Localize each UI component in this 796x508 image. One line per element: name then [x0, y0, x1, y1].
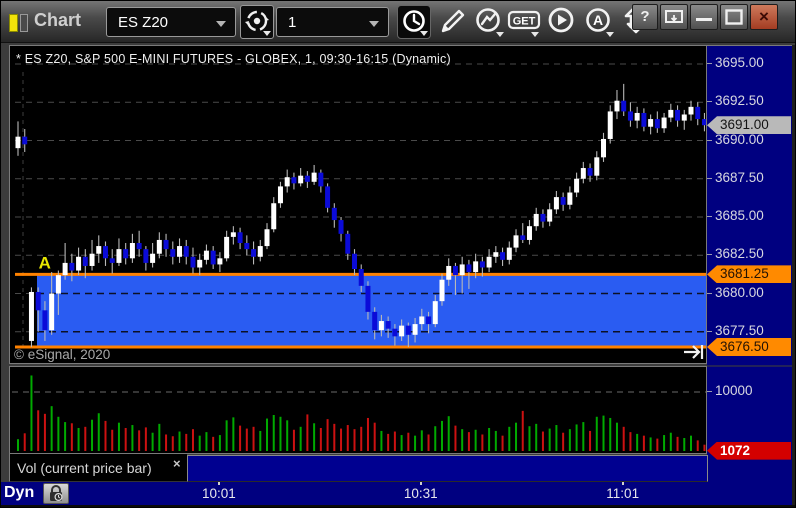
- price-tick-mark: [707, 292, 712, 294]
- chevron-down-icon: [216, 21, 226, 27]
- minimize-button[interactable]: [690, 4, 718, 30]
- pencil-icon: [441, 9, 465, 33]
- time-tick-label: 10:31: [403, 486, 438, 501]
- trade-marker-a: A: [39, 253, 51, 272]
- chevron-down-icon: [531, 32, 539, 37]
- time-axis[interactable]: Dyn 10:01 10:31 11:01: [1, 482, 795, 505]
- last-price-tag[interactable]: 3691.00: [707, 116, 791, 135]
- price-tick-label: 3685.00: [715, 208, 764, 223]
- zone-bottom-price-tag[interactable]: 3676.50: [707, 338, 791, 357]
- price-tick-label: 3695.00: [715, 55, 764, 70]
- price-chart-pane[interactable]: A © eSignal, 2020 * ES Z20, S&P 500 E-MIN…: [9, 45, 707, 364]
- help-button[interactable]: ?: [632, 4, 658, 30]
- interval-dropdown[interactable]: 1: [276, 7, 389, 37]
- price-tick-mark: [707, 63, 712, 64]
- price-tick-mark: [707, 330, 712, 332]
- price-tick-mark: [707, 139, 712, 141]
- window-right-edge: [792, 45, 795, 505]
- time-tick-mark: [217, 482, 220, 485]
- chevron-down-icon: [263, 31, 271, 36]
- price-tick-label: 3687.50: [715, 169, 764, 185]
- toolbar: Chart ES Z20 1 GET A ? ×: [1, 1, 795, 43]
- maximize-button[interactable]: [720, 4, 748, 30]
- price-tick-label: 3680.00: [715, 284, 764, 300]
- symbol-dropdown[interactable]: ES Z20: [106, 7, 236, 37]
- auto-trade-button[interactable]: A: [582, 5, 616, 39]
- price-tick-label: 3677.50: [715, 322, 764, 338]
- price-tick-mark: [707, 177, 712, 179]
- draw-tool-button[interactable]: [437, 5, 471, 39]
- maximize-icon: [725, 9, 743, 25]
- chevron-down-icon: [420, 31, 428, 36]
- symbol-settings-button[interactable]: [240, 5, 274, 39]
- chart-window: Chart ES Z20 1 GET A ? × A © eSignal, 20…: [0, 0, 796, 508]
- studies-button[interactable]: [472, 5, 506, 39]
- dynamic-mode-label[interactable]: Dyn: [4, 484, 34, 502]
- time-tick-label: 11:01: [606, 486, 640, 501]
- chevron-down-icon: [369, 21, 379, 27]
- volume-pane[interactable]: [9, 366, 707, 454]
- window-color-tab-icon: [9, 14, 18, 32]
- last-volume-tag[interactable]: 1072: [707, 441, 791, 460]
- play-replay-button[interactable]: [545, 5, 579, 39]
- volume-label-strip: Vol (current price bar) ×: [9, 454, 187, 482]
- price-tick-mark: [707, 101, 712, 103]
- symbol-dropdown-value: ES Z20: [118, 14, 169, 31]
- volume-tick-label: 10000: [715, 383, 753, 398]
- chart-title: * ES Z20, S&P 500 E-MINI FUTURES - GLOBE…: [16, 52, 451, 66]
- volume-study-label: Vol (current price bar): [17, 460, 152, 476]
- play-icon: [548, 7, 574, 33]
- volume-bars-layer: [17, 375, 706, 451]
- dock-icon: [665, 10, 683, 23]
- price-axis[interactable]: 3695.00 3692.50 3690.00 3687.50 3685.00 3682.…: [707, 45, 792, 482]
- svg-text:GET: GET: [513, 16, 536, 28]
- time-tick-mark: [621, 482, 624, 485]
- time-interval-button[interactable]: [397, 5, 431, 39]
- price-tick-mark: [707, 254, 712, 256]
- close-button[interactable]: ×: [750, 4, 778, 30]
- copyright-label: © eSignal, 2020: [14, 347, 110, 362]
- help-label: ?: [640, 8, 650, 25]
- close-icon: ×: [759, 7, 769, 26]
- scale-lock-button[interactable]: [43, 483, 69, 504]
- time-tick-mark: [419, 482, 422, 485]
- lock-clock-icon: [50, 485, 63, 502]
- horizontal-scrollbar[interactable]: [187, 455, 708, 482]
- window-title: Chart: [34, 10, 82, 30]
- price-tick-label: 3682.50: [715, 246, 764, 262]
- pane-divider: [707, 365, 792, 367]
- volume-tick-mark: [707, 391, 712, 392]
- price-tick-label: 3692.50: [715, 93, 764, 109]
- window-color-tab-secondary-icon: [20, 14, 28, 32]
- zone-top-price-tag[interactable]: 3681.25: [707, 265, 791, 284]
- time-tick-label: 10:01: [201, 486, 236, 501]
- interval-dropdown-value: 1: [288, 14, 297, 31]
- price-tick-mark: [707, 216, 712, 217]
- close-study-icon[interactable]: ×: [173, 456, 181, 471]
- minimize-icon: [696, 18, 712, 21]
- chevron-down-icon: [496, 32, 504, 37]
- dock-window-button[interactable]: [660, 4, 688, 30]
- svg-text:A: A: [593, 12, 603, 28]
- volume-chart: [12, 375, 706, 451]
- get-data-button[interactable]: GET: [507, 5, 541, 39]
- candlestick-chart: A © eSignal, 2020: [14, 63, 706, 362]
- chevron-down-icon: [606, 32, 614, 37]
